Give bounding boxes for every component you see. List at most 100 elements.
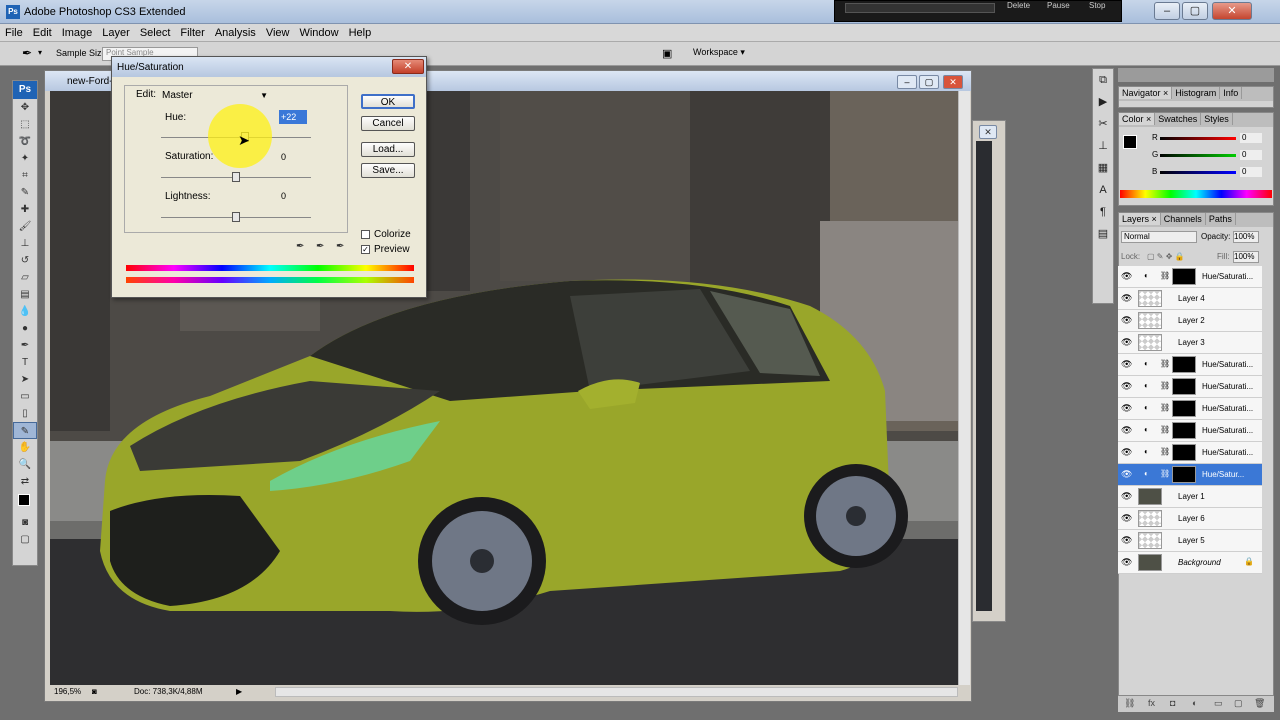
doc-minimize-button[interactable]: –	[897, 75, 917, 89]
menu-help[interactable]: Help	[344, 24, 377, 39]
red-value[interactable]: 0	[1240, 133, 1262, 143]
layer-mask-thumbnail[interactable]	[1172, 466, 1196, 483]
new-layer-icon[interactable]: ▢	[1234, 698, 1243, 709]
visibility-eye-icon[interactable]: 👁	[1121, 315, 1133, 326]
foreground-color-swatch[interactable]	[18, 494, 30, 506]
healing-icon[interactable]: ✚	[13, 201, 37, 218]
gradient-icon[interactable]: ▤	[13, 286, 37, 303]
menu-analysis[interactable]: Analysis	[210, 24, 261, 39]
mask-link-icon[interactable]: ⛓	[1160, 359, 1170, 368]
visibility-eye-icon[interactable]: 👁	[1121, 557, 1133, 568]
doc-maximize-button[interactable]: ▢	[919, 75, 939, 89]
notes-icon[interactable]: ▯	[13, 405, 37, 422]
status-arrow-icon[interactable]: ▶	[236, 687, 242, 696]
history-brush-icon[interactable]: ↺	[13, 252, 37, 269]
layer-row[interactable]: 👁 ◐ ⛓ Hue/Satur...	[1118, 464, 1262, 486]
doc2-close-button[interactable]: ✕	[979, 125, 997, 139]
layer-mask-thumbnail[interactable]	[1172, 422, 1196, 439]
layer-mask-thumbnail[interactable]	[1172, 444, 1196, 461]
edit-select[interactable]: Master ▼	[160, 88, 270, 103]
horizontal-scrollbar[interactable]	[275, 687, 958, 697]
visibility-eye-icon[interactable]: 👁	[1121, 293, 1133, 304]
layer-mask-thumbnail[interactable]	[1172, 378, 1196, 395]
lock-icons[interactable]: ▢ ✎ ✥ 🔒	[1147, 252, 1185, 261]
layer-row[interactable]: 👁 🔒 Background	[1118, 552, 1262, 574]
fill-input[interactable]: 100%	[1233, 251, 1259, 263]
cancel-button[interactable]: Cancel	[361, 116, 415, 131]
visibility-eye-icon[interactable]: 👁	[1121, 337, 1133, 348]
status-menu-icon[interactable]: ◙	[92, 687, 97, 696]
doc-close-button[interactable]: ✕	[943, 75, 963, 89]
tab-navigator[interactable]: Navigator ×	[1119, 87, 1173, 99]
add-mask-icon[interactable]: ◘	[1170, 698, 1175, 708]
navigator-panel-icon[interactable]: ⧉	[1093, 69, 1113, 91]
eraser-icon[interactable]: ▱	[13, 269, 37, 286]
layer-row[interactable]: 👁 Layer 4	[1118, 288, 1262, 310]
paragraph-panel-icon[interactable]: ¶	[1093, 201, 1113, 223]
layer-row[interactable]: 👁 ◐ ⛓ Hue/Saturati...	[1118, 354, 1262, 376]
layer-mask-thumbnail[interactable]	[1172, 268, 1196, 285]
green-slider[interactable]	[1160, 154, 1236, 157]
vertical-scrollbar[interactable]	[958, 91, 970, 685]
visibility-eye-icon[interactable]: 👁	[1121, 535, 1133, 546]
ps-logo-button[interactable]: Ps	[13, 81, 37, 99]
link-layers-icon[interactable]: ⛓	[1124, 698, 1135, 709]
layer-row[interactable]: 👁 ◐ ⛓ Hue/Saturati...	[1118, 376, 1262, 398]
visibility-eye-icon[interactable]: 👁	[1121, 425, 1133, 436]
eyedropper-plus-icon[interactable]: ✒	[316, 241, 324, 252]
mask-link-icon[interactable]: ⛓	[1160, 425, 1170, 434]
hand-icon[interactable]: ✋	[13, 439, 37, 456]
tab-paths[interactable]: Paths	[1206, 213, 1236, 225]
close-button[interactable]: ✕	[1212, 2, 1252, 20]
mask-link-icon[interactable]: ⛓	[1160, 271, 1170, 280]
menu-select[interactable]: Select	[135, 24, 176, 39]
move-icon[interactable]: ✥	[13, 99, 37, 116]
layer-row[interactable]: 👁 Layer 6	[1118, 508, 1262, 530]
layer-row[interactable]: 👁 ◐ ⛓ Hue/Saturati...	[1118, 420, 1262, 442]
visibility-eye-icon[interactable]: 👁	[1121, 469, 1133, 480]
eyedropper-minus-icon[interactable]: ✒	[336, 241, 344, 252]
save-button[interactable]: Save...	[361, 163, 415, 178]
menu-filter[interactable]: Filter	[175, 24, 209, 39]
tab-color[interactable]: Color ×	[1119, 113, 1156, 125]
layer-row[interactable]: 👁 Layer 3	[1118, 332, 1262, 354]
shape-icon[interactable]: ▭	[13, 388, 37, 405]
lightness-input[interactable]: 0	[279, 189, 307, 203]
mask-link-icon[interactable]: ⛓	[1160, 469, 1170, 478]
tab-layers[interactable]: Layers ×	[1119, 213, 1161, 225]
tool-preset-arrow-icon[interactable]: ▾	[38, 48, 42, 57]
minimize-button[interactable]: –	[1154, 2, 1180, 20]
new-group-icon[interactable]: ▭	[1214, 698, 1223, 709]
layer-row[interactable]: 👁 Layer 2	[1118, 310, 1262, 332]
workspace-button[interactable]: Workspace ▾	[693, 47, 745, 58]
menu-view[interactable]: View	[261, 24, 295, 39]
pen-icon[interactable]: ✒	[13, 337, 37, 354]
recorder-delete-button[interactable]: Delete	[1007, 1, 1030, 10]
blue-slider[interactable]	[1160, 171, 1236, 174]
magic-wand-icon[interactable]: ✦	[13, 150, 37, 167]
menu-image[interactable]: Image	[57, 24, 98, 39]
path-select-icon[interactable]: ➤	[13, 371, 37, 388]
maximize-button[interactable]: ▢	[1182, 2, 1208, 20]
recorder-pause-button[interactable]: Pause	[1047, 1, 1070, 10]
saturation-input[interactable]: 0	[279, 150, 307, 164]
slice-icon[interactable]: ✎	[13, 184, 37, 201]
ok-button[interactable]: OK	[361, 94, 415, 109]
tools-presets-icon[interactable]: ✂	[1093, 113, 1113, 135]
screen-mode-icon[interactable]: ▢	[13, 531, 37, 548]
menu-edit[interactable]: Edit	[28, 24, 57, 39]
blend-mode-select[interactable]: Normal	[1121, 231, 1197, 243]
recorder-stop-button[interactable]: Stop	[1089, 1, 1105, 10]
layer-row[interactable]: 👁 Layer 5	[1118, 530, 1262, 552]
dialog-close-button[interactable]: ✕	[392, 59, 424, 74]
tab-swatches[interactable]: Swatches	[1155, 113, 1202, 125]
lasso-icon[interactable]: ➰	[13, 133, 37, 150]
menu-window[interactable]: Window	[294, 24, 343, 39]
layer-row[interactable]: 👁 ◐ ⛓ Hue/Saturati...	[1118, 442, 1262, 464]
load-button[interactable]: Load...	[361, 142, 415, 157]
menu-file[interactable]: File	[0, 24, 28, 39]
quick-mask-icon[interactable]: ◙	[13, 514, 37, 531]
foreground-color-chip[interactable]	[1123, 135, 1137, 149]
colorize-checkbox[interactable]	[361, 230, 370, 239]
clone-source-icon[interactable]: ⊥	[1093, 135, 1113, 157]
